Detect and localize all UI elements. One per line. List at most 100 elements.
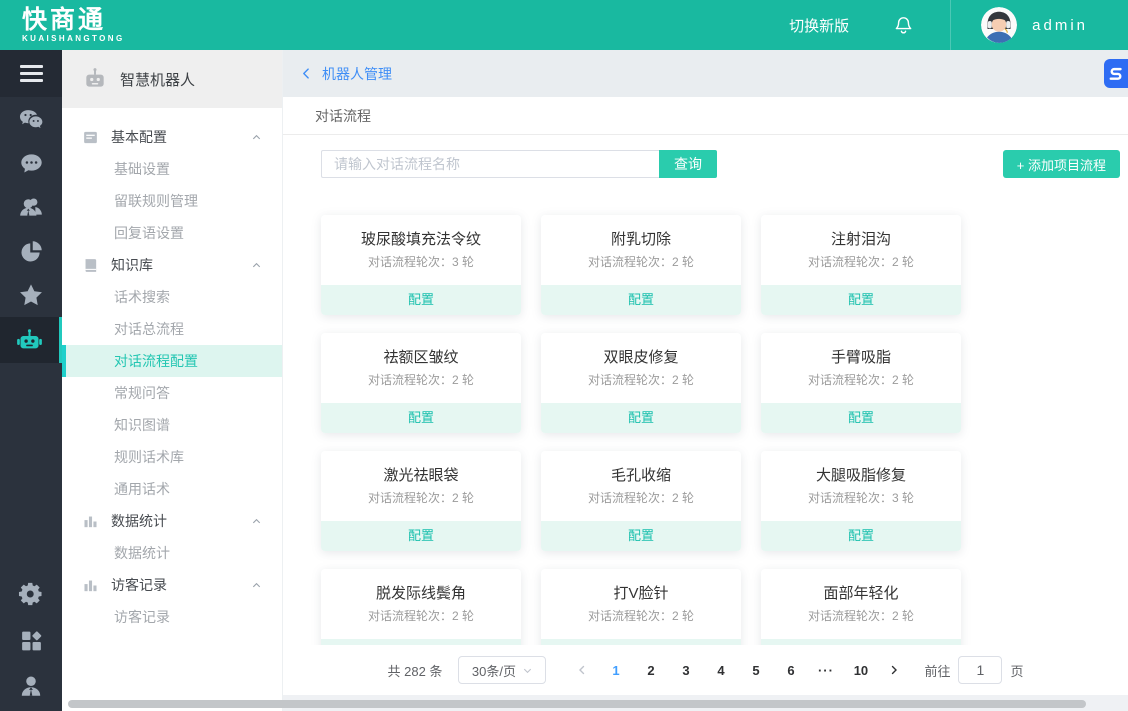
flow-card: 附乳切除 对话流程轮次：2 轮 配置 [541,215,741,315]
sidebar-header: 智慧机器人 [62,50,282,108]
configure-link[interactable]: 配置 [321,403,521,433]
flow-card: 激光祛眼袋 对话流程轮次：2 轮 配置 [321,451,521,551]
sidebar-item-rule-script-lib[interactable]: 规则话术库 [62,441,282,473]
sidebar-item-dialogue-flow-config[interactable]: 对话流程配置 [62,345,282,377]
brand-subtitle: KUAISHANGTONG [22,34,125,43]
chevron-up-icon [251,260,262,271]
page-size-value: 30条/页 [472,661,516,680]
configure-link[interactable]: 配置 [541,403,741,433]
brand-name: 快商通 [22,7,125,33]
flow-card-grid: 玻尿酸填充法令纹 对话流程轮次：3 轮 配置 附乳切除 对话流程轮次：2 轮 配… [321,215,961,669]
search-bar: 查询 [321,150,717,178]
horizontal-scrollbar[interactable] [68,700,1086,708]
item-label: 留联规则管理 [114,191,198,211]
add-flow-button[interactable]: + 添加项目流程 [1003,150,1120,178]
prev-page-button[interactable] [566,664,598,676]
chevron-down-icon [522,665,533,676]
configure-link[interactable]: 配置 [541,521,741,551]
flow-card: 玻尿酸填充法令纹 对话流程轮次：3 轮 配置 [321,215,521,315]
more-pages-ellipsis[interactable]: ··· [808,663,843,678]
sidebar-item-visitor-records[interactable]: 访客记录 [62,601,282,633]
item-label: 访客记录 [114,607,170,627]
chevron-up-icon [251,516,262,527]
query-button[interactable]: 查询 [659,150,717,178]
username[interactable]: admin [1032,17,1088,34]
notification-bell-icon[interactable] [893,15,914,36]
hamburger-menu-icon[interactable] [0,50,62,97]
sidebar-title: 智慧机器人 [120,69,195,90]
next-page-button[interactable] [878,664,910,676]
gear-icon[interactable] [0,571,62,617]
card-rounds: 对话流程轮次：2 轮 [541,373,741,387]
card-rounds: 对话流程轮次：2 轮 [761,255,961,269]
item-label: 对话总流程 [114,319,184,339]
sidebar-item-basic-settings[interactable]: 基础设置 [62,153,282,185]
main-content: 机器人管理 对话流程 查询 + 添加项目流程 玻尿酸填充法令纹 对话流程轮次：3… [283,50,1128,711]
section-knowledge-base[interactable]: 知识库 [62,249,282,281]
page-number-2[interactable]: 2 [633,663,668,678]
page-number-10[interactable]: 10 [843,663,878,678]
section-visitor-records[interactable]: 访客记录 [62,569,282,601]
wechat-icon[interactable] [0,97,62,141]
goto-page: 前往 页 [924,656,1023,684]
sidebar-menu: 基本配置 基础设置 留联规则管理 回复语设置 知识库 话术搜索 对话总流程 对话… [62,108,282,633]
goto-page-input[interactable] [958,656,1002,684]
sidebar-item-dialogue-main-flow[interactable]: 对话总流程 [62,313,282,345]
avatar[interactable] [981,7,1017,43]
brand-logo: 快商通 KUAISHANGTONG [22,7,125,43]
page-number-6[interactable]: 6 [773,663,808,678]
card-title: 祛额区皱纹 [321,349,521,367]
page-number-5[interactable]: 5 [738,663,773,678]
card-title: 脱发际线鬓角 [321,585,521,603]
chevron-right-icon [888,664,900,676]
card-title: 激光祛眼袋 [321,467,521,485]
card-rounds: 对话流程轮次：2 轮 [321,373,521,387]
flow-card: 祛额区皱纹 对话流程轮次：2 轮 配置 [321,333,521,433]
page-number-3[interactable]: 3 [668,663,703,678]
page-number-1[interactable]: 1 [598,663,633,678]
configure-link[interactable]: 配置 [321,285,521,315]
sidebar-item-faq[interactable]: 常规问答 [62,377,282,409]
sidebar-item-retention-rules[interactable]: 留联规则管理 [62,185,282,217]
sidebar-item-reply-settings[interactable]: 回复语设置 [62,217,282,249]
section-basic-config[interactable]: 基本配置 [62,121,282,153]
card-title: 玻尿酸填充法令纹 [321,231,521,249]
sidebar-item-general-scripts[interactable]: 通用话术 [62,473,282,505]
apps-grid-icon[interactable] [0,617,62,663]
book-icon [82,257,99,274]
card-title: 毛孔收缩 [541,467,741,485]
section-data-stats[interactable]: 数据统计 [62,505,282,537]
card-rounds: 对话流程轮次：3 轮 [321,255,521,269]
app-header: 快商通 KUAISHANGTONG 切换新版 admin [0,0,1128,50]
configure-link[interactable]: 配置 [761,403,961,433]
configure-link[interactable]: 配置 [541,285,741,315]
page-number-4[interactable]: 4 [703,663,738,678]
page-size-select[interactable]: 30条/页 [458,656,546,684]
user-icon[interactable] [0,663,62,709]
id-card-icon [82,129,99,146]
page-title: 对话流程 [283,97,1128,135]
sidebar-item-script-search[interactable]: 话术搜索 [62,281,282,313]
configure-link[interactable]: 配置 [321,521,521,551]
breadcrumb[interactable]: 机器人管理 [283,50,1128,97]
switch-version-link[interactable]: 切换新版 [789,15,849,36]
sidebar-item-data-stats[interactable]: 数据统计 [62,537,282,569]
item-label: 数据统计 [114,543,170,563]
floating-service-badge-icon[interactable] [1104,59,1128,88]
users-icon[interactable] [0,185,62,229]
sidebar-item-knowledge-graph[interactable]: 知识图谱 [62,409,282,441]
chat-bubble-icon[interactable] [0,141,62,185]
icon-rail-bottom [0,571,62,709]
chevron-up-icon [251,132,262,143]
configure-link[interactable]: 配置 [761,285,961,315]
flow-card: 毛孔收缩 对话流程轮次：2 轮 配置 [541,451,741,551]
card-title: 大腿吸脂修复 [761,467,961,485]
card-title: 附乳切除 [541,231,741,249]
sidebar: 智慧机器人 基本配置 基础设置 留联规则管理 回复语设置 知识库 话术搜索 对话… [62,50,283,711]
robot-icon[interactable] [0,317,62,363]
configure-link[interactable]: 配置 [761,521,961,551]
search-input[interactable] [321,150,659,178]
pie-chart-icon[interactable] [0,229,62,273]
star-icon[interactable] [0,273,62,317]
breadcrumb-label: 机器人管理 [322,64,392,84]
